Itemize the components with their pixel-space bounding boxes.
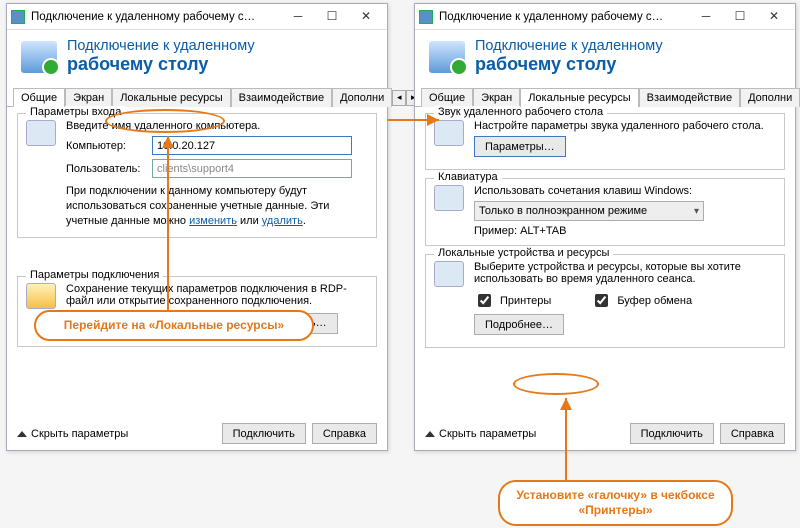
tab-screen[interactable]: Экран xyxy=(65,88,112,107)
tab-additional[interactable]: Дополни xyxy=(332,88,392,107)
chevron-up-icon xyxy=(17,431,27,437)
computer-label: Компьютер: xyxy=(66,140,146,152)
connection-text: Сохранение текущих параметров подключени… xyxy=(66,283,368,307)
maximize-button[interactable] xyxy=(723,7,757,27)
devices-text: Выберите устройства и ресурсы, которые в… xyxy=(474,261,776,285)
rdp-dialog-local-resources: Подключение к удаленному рабочему с… Под… xyxy=(414,3,796,451)
audio-text: Настройте параметры звука удаленного раб… xyxy=(474,120,776,132)
banner-line2: рабочему столу xyxy=(67,54,255,75)
help-button[interactable]: Справка xyxy=(720,423,785,444)
tab-scroll-left[interactable]: ◂ xyxy=(392,90,406,106)
window-title: Подключение к удаленному рабочему с… xyxy=(439,11,689,23)
chevron-up-icon xyxy=(425,431,435,437)
titlebar[interactable]: Подключение к удаленному рабочему с… xyxy=(415,4,795,30)
printers-checkbox-input[interactable] xyxy=(478,294,491,307)
hide-params-link[interactable]: Скрыть параметры xyxy=(425,428,536,440)
computer-input[interactable] xyxy=(152,136,352,155)
speaker-icon xyxy=(434,120,464,146)
rdp-icon xyxy=(21,41,57,73)
minimize-button[interactable] xyxy=(689,7,723,27)
minimize-button[interactable] xyxy=(281,7,315,27)
app-icon xyxy=(419,10,433,24)
tab-local-resources[interactable]: Локальные ресурсы xyxy=(112,88,230,107)
group-keyboard: Клавиатура Использовать сочетания клавиш… xyxy=(425,178,785,246)
window-title: Подключение к удаленному рабочему с… xyxy=(31,11,281,23)
group-devices: Локальные устройства и ресурсы Выберите … xyxy=(425,254,785,348)
kbd-example: Пример: ALT+TAB xyxy=(474,225,776,237)
connect-button[interactable]: Подключить xyxy=(630,423,714,444)
clipboard-checkbox[interactable]: Буфер обмена xyxy=(591,291,692,310)
group-login: Параметры входа Введите имя удаленного к… xyxy=(17,113,377,238)
group-keyboard-title: Клавиатура xyxy=(434,171,502,183)
keyboard-icon xyxy=(434,185,464,211)
printers-checkbox[interactable]: Принтеры xyxy=(474,291,551,310)
banner-line1: Подключение к удаленному xyxy=(475,38,663,54)
tab-general[interactable]: Общие xyxy=(421,88,473,107)
group-connection-title: Параметры подключения xyxy=(26,269,163,281)
banner: Подключение к удаленному рабочему столу xyxy=(7,30,387,85)
tab-additional[interactable]: Дополни xyxy=(740,88,800,107)
tab-local-resources[interactable]: Локальные ресурсы xyxy=(520,88,638,107)
clipboard-checkbox-input[interactable] xyxy=(595,294,608,307)
rdp-dialog-general: Подключение к удаленному рабочему с… Под… xyxy=(6,3,388,451)
annotation-ellipse-tab xyxy=(105,109,225,133)
user-input[interactable] xyxy=(152,159,352,178)
tab-general[interactable]: Общие xyxy=(13,88,65,107)
close-button[interactable] xyxy=(757,7,791,27)
group-audio-title: Звук удаленного рабочего стола xyxy=(434,106,607,118)
tabstrip: Общие Экран Локальные ресурсы Взаимодейс… xyxy=(7,87,387,107)
annotation-ellipse-checkbox xyxy=(513,373,599,395)
more-devices-button[interactable]: Подробнее… xyxy=(474,314,564,335)
delete-creds-link[interactable]: удалить xyxy=(262,215,303,227)
computer-icon xyxy=(26,120,56,146)
banner: Подключение к удаленному рабочему столу xyxy=(415,30,795,85)
tab-interaction[interactable]: Взаимодействие xyxy=(639,88,740,107)
group-audio: Звук удаленного рабочего стола Настройте… xyxy=(425,113,785,170)
user-label: Пользователь: xyxy=(66,163,146,175)
annotation-callout-1: Перейдите на «Локальные ресурсы» xyxy=(34,310,314,341)
titlebar[interactable]: Подключение к удаленному рабочему с… xyxy=(7,4,387,30)
close-button[interactable] xyxy=(349,7,383,27)
group-devices-title: Локальные устройства и ресурсы xyxy=(434,247,613,259)
tab-screen[interactable]: Экран xyxy=(473,88,520,107)
app-icon xyxy=(11,10,25,24)
folder-icon xyxy=(26,283,56,309)
hide-params-link[interactable]: Скрыть параметры xyxy=(17,428,128,440)
banner-line2: рабочему столу xyxy=(475,54,663,75)
maximize-button[interactable] xyxy=(315,7,349,27)
audio-params-button[interactable]: Параметры… xyxy=(474,136,566,157)
tab-interaction[interactable]: Взаимодействие xyxy=(231,88,332,107)
connect-button[interactable]: Подключить xyxy=(222,423,306,444)
rdp-icon xyxy=(429,41,465,73)
edit-creds-link[interactable]: изменить xyxy=(189,215,237,227)
annotation-callout-2: Установите «галочку» в чекбоксе «Принтер… xyxy=(498,480,733,526)
kbd-combo[interactable]: Только в полноэкранном режиме xyxy=(474,201,704,221)
printer-icon xyxy=(434,261,464,287)
kbd-text: Использовать сочетания клавиш Windows: xyxy=(474,185,776,197)
tabstrip: Общие Экран Локальные ресурсы Взаимодейс… xyxy=(415,87,795,107)
banner-line1: Подключение к удаленному xyxy=(67,38,255,54)
help-button[interactable]: Справка xyxy=(312,423,377,444)
